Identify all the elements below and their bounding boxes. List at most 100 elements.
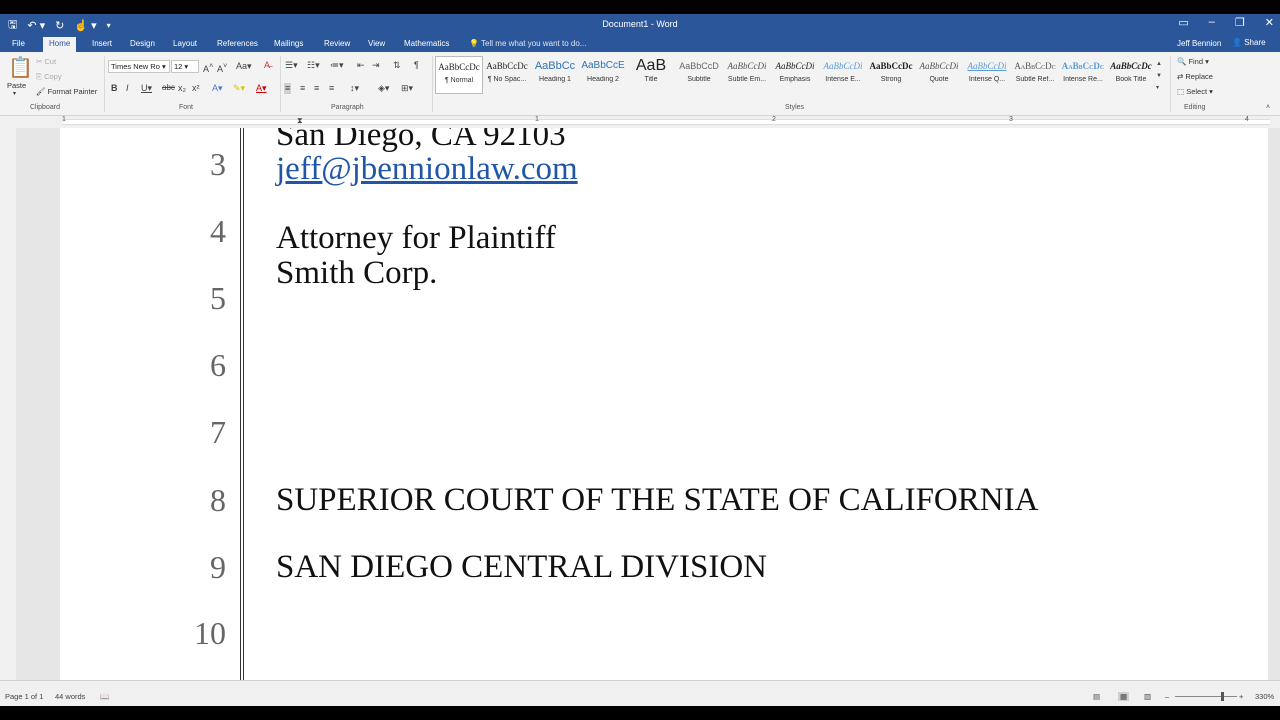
tab-layout[interactable]: Layout: [167, 38, 203, 49]
web-layout-icon[interactable]: ▥: [1144, 692, 1151, 701]
tab-view[interactable]: View: [362, 38, 391, 49]
style-subtle-emphasis[interactable]: AaBbCcDi Subtle Em...: [723, 56, 771, 94]
paste-dropdown-icon[interactable]: ▾: [13, 90, 16, 97]
zoom-level[interactable]: 330%: [1255, 692, 1274, 701]
style-book-title[interactable]: AaBbCcDc Book Title: [1107, 56, 1155, 94]
style-intense-quote[interactable]: AaBbCcDi Intense Q...: [963, 56, 1011, 94]
style-quote[interactable]: AaBbCcDi Quote: [915, 56, 963, 94]
division-heading[interactable]: SAN DIEGO CENTRAL DIVISION: [276, 550, 767, 585]
italic-icon[interactable]: I: [126, 84, 129, 93]
tab-mailings[interactable]: Mailings: [268, 38, 309, 49]
font-size-box[interactable]: 12 ▾: [171, 60, 199, 73]
font-color-icon[interactable]: A▾: [256, 84, 267, 93]
format-painter-button[interactable]: 🖌 Format Painter: [36, 87, 97, 96]
line-spacing-icon[interactable]: ↕▾: [350, 84, 359, 93]
justify-icon[interactable]: ≡: [329, 84, 334, 93]
find-button[interactable]: 🔍 Find ▾: [1177, 57, 1209, 66]
proofing-icon[interactable]: 📖: [100, 692, 109, 701]
read-mode-icon[interactable]: ▤: [1093, 692, 1100, 701]
style-title[interactable]: AaB Title: [627, 56, 675, 94]
style-name: Title: [644, 76, 658, 83]
print-layout-icon[interactable]: ▦: [1118, 692, 1130, 701]
tab-file[interactable]: File: [6, 38, 31, 49]
multilevel-list-icon[interactable]: ≔▾: [330, 61, 344, 70]
client-line[interactable]: Smith Corp.: [276, 256, 437, 291]
style-name: Quote: [929, 76, 949, 83]
page-count[interactable]: Page 1 of 1: [5, 692, 43, 701]
ribbon-display-options-icon[interactable]: ▭: [1178, 16, 1188, 29]
style-normal[interactable]: AaBbCcDc ¶ Normal: [435, 56, 483, 94]
style-heading-1[interactable]: AaBbCc Heading 1: [531, 56, 579, 94]
zoom-slider-thumb[interactable]: [1221, 692, 1224, 701]
tab-home[interactable]: Home: [43, 37, 77, 52]
style-subtle-reference[interactable]: AaBbCcDc Subtle Ref...: [1011, 56, 1059, 94]
zoom-in-icon[interactable]: +: [1239, 692, 1243, 701]
replace-button[interactable]: ⇄ Replace: [1177, 72, 1213, 81]
style-emphasis[interactable]: AaBbCcDi Emphasis: [771, 56, 819, 94]
sort-icon[interactable]: ⇅: [393, 61, 401, 70]
decrease-indent-icon[interactable]: ⇤: [357, 61, 365, 70]
numbering-icon[interactable]: ☷▾: [307, 61, 320, 70]
align-center-icon[interactable]: ≡: [300, 84, 305, 93]
style-no-spacing[interactable]: AaBbCcDc ¶ No Spac...: [483, 56, 531, 94]
attorney-line[interactable]: Attorney for Plaintiff: [276, 221, 556, 256]
select-button[interactable]: ⬚ Select ▾: [1177, 87, 1213, 96]
zoom-out-icon[interactable]: –: [1165, 692, 1169, 701]
clear-formatting-icon[interactable]: A̶: [264, 61, 270, 70]
style-preview: AaBbCcDi: [823, 61, 863, 71]
court-heading[interactable]: SUPERIOR COURT OF THE STATE OF CALIFORNI…: [276, 483, 1038, 518]
style-strong[interactable]: AaBbCcDc Strong: [867, 56, 915, 94]
tab-insert[interactable]: Insert: [86, 38, 118, 49]
font-name-box[interactable]: Times New Ro ▾: [108, 60, 170, 73]
cut-button[interactable]: ✂ Cut: [36, 57, 56, 66]
tab-mathematics[interactable]: Mathematics: [398, 38, 455, 49]
align-left-icon[interactable]: ≡: [284, 83, 292, 94]
email-link[interactable]: jeff@jbennionlaw.com: [276, 152, 578, 187]
superscript-icon[interactable]: x²: [192, 84, 200, 93]
copy-button[interactable]: ⎘ Copy: [36, 72, 62, 82]
style-preview: AaBbCcDc: [486, 61, 528, 71]
shrink-font-icon[interactable]: A˅: [217, 62, 227, 74]
grow-font-icon[interactable]: A˄: [203, 62, 213, 74]
editing-group-label: Editing: [1184, 104, 1206, 111]
underline-icon[interactable]: U▾: [141, 84, 152, 93]
restore-icon[interactable]: ❐: [1235, 16, 1245, 29]
highlight-icon[interactable]: ✎▾: [233, 84, 245, 93]
indent-marker-icon[interactable]: ⧗: [297, 117, 303, 125]
tab-review[interactable]: Review: [318, 38, 356, 49]
document-page[interactable]: 3 4 5 6 7 8 9 10 San Diego, CA 92103 jef…: [60, 128, 1268, 680]
ruler-track: [62, 119, 1270, 125]
text-effects-icon[interactable]: A▾: [212, 84, 223, 93]
style-intense-emphasis[interactable]: AaBbCcDi Intense E...: [819, 56, 867, 94]
bullets-icon[interactable]: ☰▾: [285, 61, 298, 70]
tell-me-box[interactable]: 💡 Tell me what you want to do...: [469, 39, 586, 48]
address-line[interactable]: San Diego, CA 92103: [276, 128, 566, 153]
show-formatting-icon[interactable]: ¶: [414, 61, 419, 70]
clipboard-group-label: Clipboard: [30, 104, 60, 111]
paste-icon[interactable]: 📋: [8, 58, 33, 78]
align-right-icon[interactable]: ≡: [314, 84, 319, 93]
change-case-icon[interactable]: Aa▾: [236, 62, 252, 71]
shading-icon[interactable]: ◈▾: [378, 84, 389, 93]
subscript-icon[interactable]: x₂: [178, 84, 186, 93]
paste-label[interactable]: Paste: [7, 81, 26, 90]
minimize-icon[interactable]: –: [1209, 16, 1215, 29]
tab-design[interactable]: Design: [124, 38, 161, 49]
style-subtitle[interactable]: AaBbCcD Subtitle: [675, 56, 723, 94]
bold-icon[interactable]: B: [111, 84, 118, 93]
strikethrough-icon[interactable]: abc: [162, 84, 175, 92]
collapse-ribbon-icon[interactable]: ˄: [1266, 104, 1270, 111]
user-name[interactable]: Jeff Bennion: [1177, 39, 1221, 48]
increase-indent-icon[interactable]: ⇥: [372, 61, 380, 70]
horizontal-ruler[interactable]: 1 ⧗ 1 2 3 4: [0, 116, 1280, 128]
close-icon[interactable]: ✕: [1265, 16, 1274, 29]
borders-icon[interactable]: ⊞▾: [401, 84, 413, 93]
zoom-slider[interactable]: [1175, 696, 1237, 697]
style-intense-reference[interactable]: AaBbCcDc Intense Re...: [1059, 56, 1107, 94]
style-heading-2[interactable]: AaBbCcE Heading 2: [579, 56, 627, 94]
separator: [1170, 56, 1171, 112]
word-count[interactable]: 44 words: [55, 692, 85, 701]
share-button[interactable]: 👤 Share: [1232, 38, 1266, 47]
styles-scroll-icon[interactable]: ▲ ▼ ▾: [1156, 58, 1162, 94]
tab-references[interactable]: References: [211, 38, 264, 49]
